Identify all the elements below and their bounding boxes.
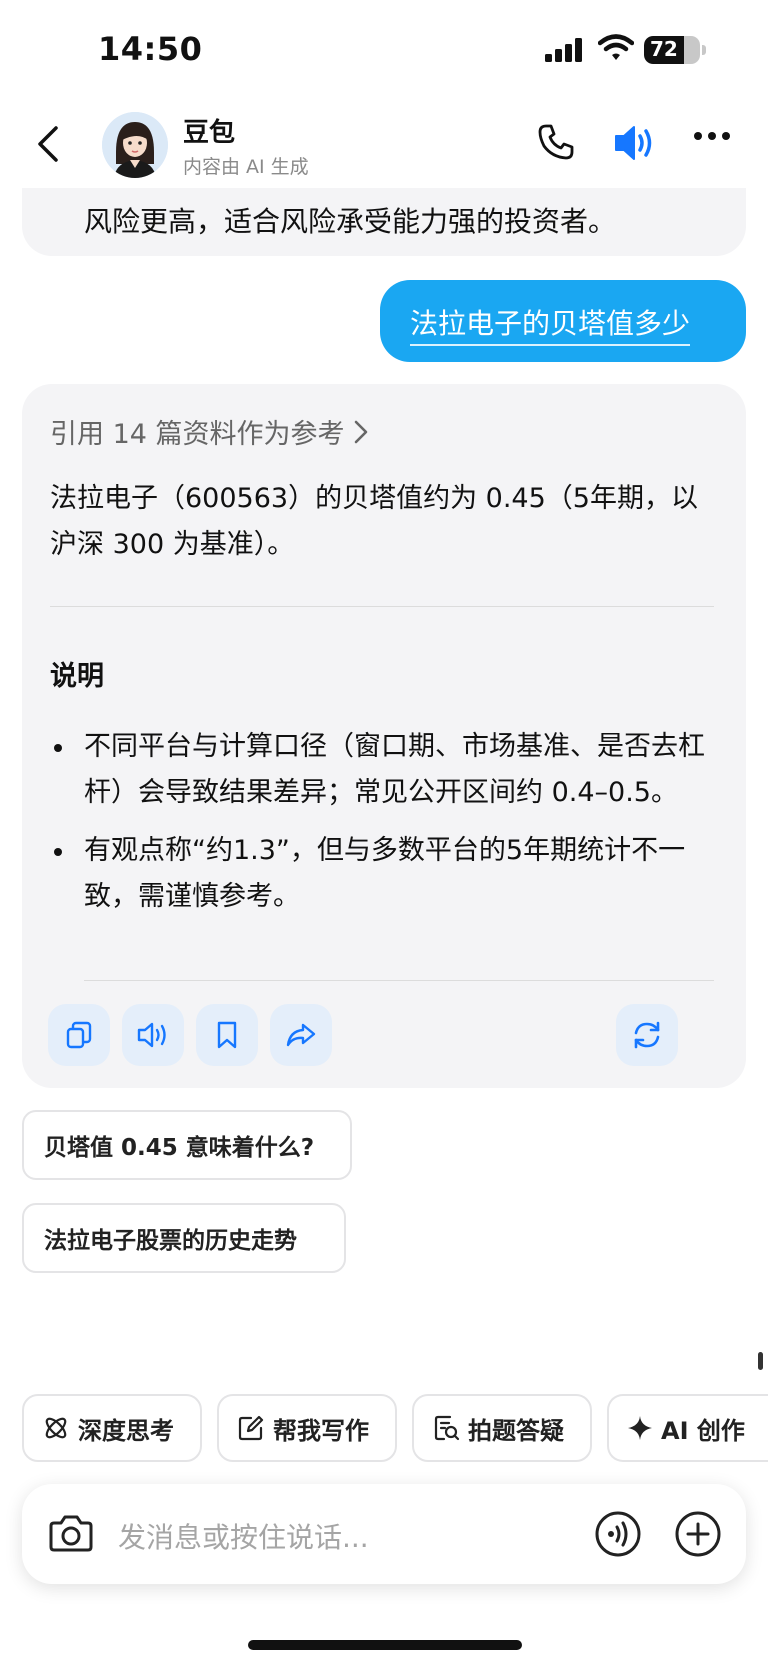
- edit-icon: [238, 1415, 264, 1441]
- references-link[interactable]: 引用 14 篇资料作为参考: [50, 412, 369, 451]
- voice-call-icon[interactable]: [594, 1510, 642, 1558]
- reply-answer-text: 法拉电子（600563）的贝塔值约为 0.45（5年期，以沪深 300 为基准）…: [50, 483, 698, 560]
- camera-icon[interactable]: [48, 1512, 94, 1554]
- copy-button[interactable]: [48, 1004, 110, 1066]
- note-bullet-list: 不同平台与计算口径（窗口期、市场基准、是否去杠杆）会导致结果差异；常见公开区间约…: [50, 724, 720, 932]
- user-message-bubble[interactable]: 法拉电子的贝塔值多少: [380, 280, 746, 362]
- add-attachment-icon[interactable]: [674, 1510, 722, 1558]
- share-button[interactable]: [270, 1004, 332, 1066]
- status-bar: 14:50 72: [0, 0, 768, 100]
- scan-question-icon: [434, 1415, 460, 1441]
- share-arrow-icon: [286, 1023, 316, 1047]
- suggestion-chip[interactable]: 法拉电子股票的历史走势: [22, 1203, 346, 1273]
- ai-generated-notice: 内容由 AI 生成: [183, 156, 309, 178]
- more-options-icon[interactable]: [692, 130, 732, 142]
- message-input-bar: 发消息或按住说话...: [22, 1484, 746, 1584]
- suggestion-chip[interactable]: 贝塔值 0.45 意味着什么?: [22, 1110, 352, 1180]
- note-heading: 说明: [50, 661, 104, 692]
- user-message-text: 法拉电子的贝塔值多少: [410, 302, 691, 346]
- battery-tip: [702, 45, 706, 55]
- scrollbar-thumb[interactable]: [758, 1352, 763, 1370]
- sparkle-icon: [628, 1416, 652, 1440]
- avatar-portrait-icon: [102, 112, 168, 178]
- quick-action-label: AI 创作: [661, 1416, 745, 1445]
- battery-percentage: 72: [650, 37, 678, 61]
- bot-reply-card: 引用 14 篇资料作为参考 法拉电子（600563）的贝塔值约为 0.45（5年…: [22, 384, 746, 1088]
- chevron-right-icon: [354, 420, 367, 443]
- quick-action-write[interactable]: 帮我写作: [217, 1394, 397, 1462]
- copy-icon: [66, 1021, 92, 1049]
- quick-action-label: 深度思考: [78, 1416, 174, 1445]
- references-label: 引用 14 篇资料作为参考: [50, 419, 345, 450]
- bot-name: 豆包: [183, 118, 236, 148]
- back-chevron-icon[interactable]: [30, 122, 70, 166]
- reply-divider: [50, 606, 714, 607]
- bookmark-icon: [217, 1021, 237, 1049]
- read-aloud-button[interactable]: [122, 1004, 184, 1066]
- quick-action-label: 拍题答疑: [468, 1416, 564, 1445]
- quick-action-ai-create[interactable]: AI 创作: [607, 1394, 768, 1462]
- atom-icon: [45, 1417, 67, 1439]
- speaker-outline-icon: [137, 1022, 166, 1048]
- cellular-signal-icon: [545, 38, 582, 62]
- note-bullet-item: 不同平台与计算口径（窗口期、市场基准、是否去杠杆）会导致结果差异；常见公开区间约…: [50, 724, 720, 816]
- chat-header: 豆包 内容由 AI 生成: [0, 100, 768, 188]
- phone-call-icon[interactable]: [536, 122, 576, 162]
- speaker-on-icon[interactable]: [612, 122, 658, 164]
- battery-icon: 72: [644, 36, 700, 64]
- quick-action-scan-question[interactable]: 拍题答疑: [412, 1394, 592, 1462]
- status-time: 14:50: [98, 30, 203, 68]
- refresh-icon: [634, 1021, 660, 1049]
- bookmark-button[interactable]: [196, 1004, 258, 1066]
- note-bullet-item: 有观点称“约1.3”，但与多数平台的5年期统计不一致，需谨慎参考。: [50, 828, 720, 920]
- home-indicator[interactable]: [248, 1640, 522, 1650]
- regenerate-button[interactable]: [616, 1004, 678, 1066]
- wifi-icon: [598, 34, 634, 60]
- actions-divider: [84, 980, 714, 981]
- quick-action-label: 帮我写作: [273, 1416, 369, 1445]
- message-input[interactable]: 发消息或按住说话...: [118, 1516, 369, 1556]
- quick-action-deep-think[interactable]: 深度思考: [22, 1394, 202, 1462]
- bot-avatar[interactable]: [102, 112, 168, 178]
- previous-message-text: 风险更高，适合风险承受能力强的投资者。: [84, 205, 617, 238]
